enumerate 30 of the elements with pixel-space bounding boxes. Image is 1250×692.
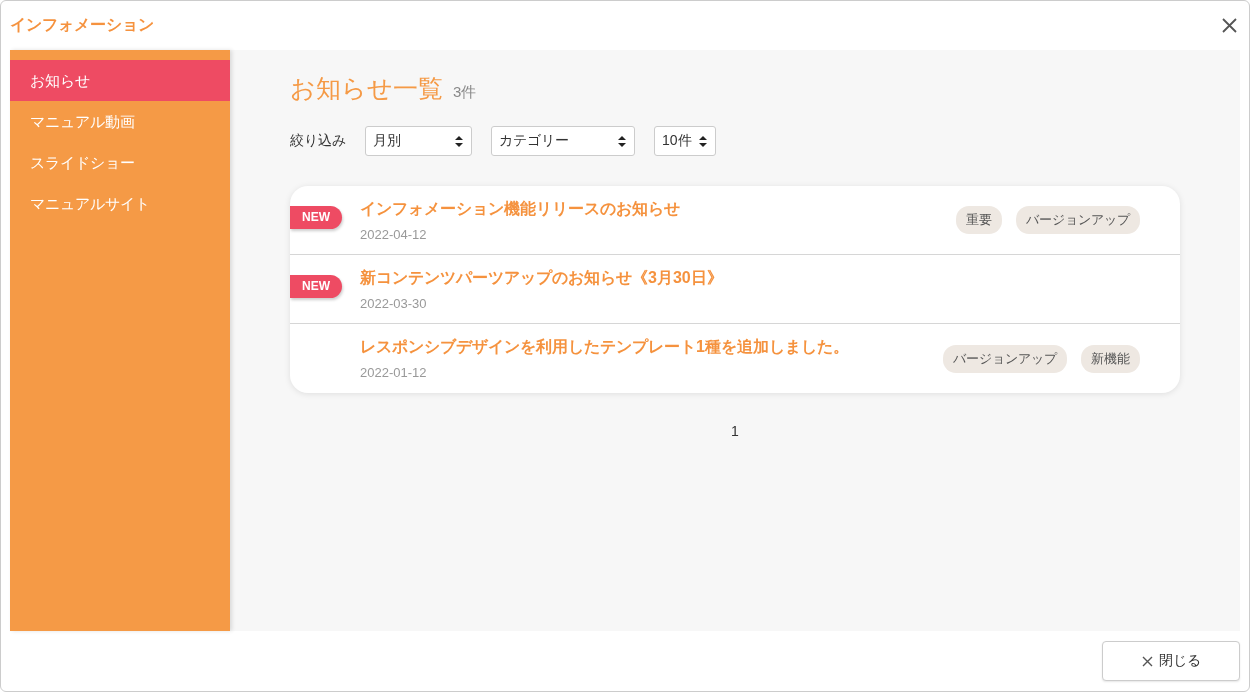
- category-tag: バージョンアップ: [943, 344, 1067, 373]
- sidebar-item[interactable]: お知らせ: [10, 60, 230, 101]
- new-badge: NEW: [290, 206, 342, 229]
- result-count: 3件: [453, 83, 477, 102]
- close-icon: [1141, 655, 1153, 667]
- notice-date: 2022-01-12: [360, 365, 428, 380]
- sort-caret-icon: [699, 135, 707, 147]
- filter-label: 絞り込み: [290, 132, 346, 150]
- window-title: インフォメーション: [10, 15, 154, 35]
- sort-caret-icon: [618, 135, 626, 147]
- per-page-select[interactable]: 10件: [654, 126, 716, 156]
- sort-caret-icon: [455, 135, 463, 147]
- notice-title-link[interactable]: インフォメーション機能リリースのお知らせ: [360, 198, 956, 220]
- page-number[interactable]: 1: [731, 423, 739, 439]
- close-icon[interactable]: [1222, 18, 1237, 33]
- page-heading: お知らせ一覧: [290, 73, 443, 104]
- category-tag: バージョンアップ: [1016, 206, 1140, 234]
- notice-title-link[interactable]: レスポンシブデザインを利用したテンプレート1種を追加しました。: [360, 337, 943, 358]
- month-select[interactable]: 月別: [365, 126, 472, 156]
- category-tag: 新機能: [1081, 344, 1140, 373]
- sidebar-item[interactable]: マニュアルサイト: [10, 183, 230, 224]
- sidebar-item[interactable]: スライドショー: [10, 142, 230, 183]
- notice-date: 2022-04-12: [360, 226, 428, 242]
- close-button[interactable]: 閉じる: [1102, 641, 1240, 681]
- sidebar-item[interactable]: マニュアル動画: [10, 101, 230, 142]
- notice-title-link[interactable]: 新コンテンツパーツアップのお知らせ《3月30日》: [360, 267, 1140, 289]
- notice-date: 2022-03-30: [360, 295, 428, 311]
- category-select[interactable]: カテゴリー: [491, 126, 635, 156]
- category-tag: 重要: [956, 206, 1002, 234]
- new-badge: NEW: [290, 275, 342, 298]
